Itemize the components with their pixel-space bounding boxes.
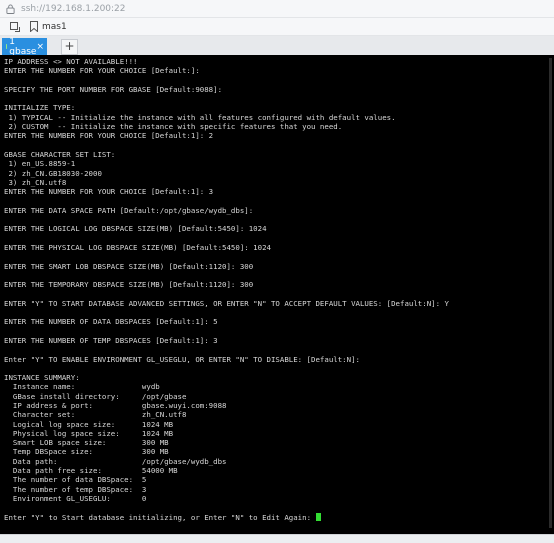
terminal-line: Enter "Y" TO ENABLE ENVIRONMENT GL_USEGL… <box>4 355 360 364</box>
terminal-line: Physical log space size: 1024 MB <box>4 429 173 438</box>
terminal-line: GBASE CHARACTER SET LIST: <box>4 150 115 159</box>
terminal-line: ENTER THE NUMBER FOR YOUR CHOICE [Defaul… <box>4 187 213 196</box>
terminal-pane[interactable]: IP ADDRESS <> NOT AVAILABLE!!! ENTER THE… <box>0 55 554 534</box>
terminal-line: ENTER THE PHYSICAL LOG DBSPACE SIZE(MB) … <box>4 243 271 252</box>
address-url[interactable]: ssh://192.168.1.200:22 <box>21 4 126 14</box>
terminal-line: 2) zh_CN.GB18030-2000 <box>4 169 102 178</box>
terminal-line: ENTER THE NUMBER OF DATA DBSPACES [Defau… <box>4 317 218 326</box>
terminal-line: ENTER THE NUMBER OF TEMP DBSPACES [Defau… <box>4 336 218 345</box>
terminal-line: SPECIFY THE PORT NUMBER FOR GBASE [Defau… <box>4 85 222 94</box>
terminal-line: Character set: zh_CN.utf8 <box>4 410 186 419</box>
tab-label: 1 gbase <box>9 37 36 57</box>
lock-icon <box>6 4 15 14</box>
terminal-line: Logical log space size: 1024 MB <box>4 420 173 429</box>
tab-gbase[interactable]: 1 gbase × <box>2 38 47 55</box>
terminal-line: The number of data DBSpace: 5 <box>4 475 146 484</box>
terminal-output: IP ADDRESS <> NOT AVAILABLE!!! ENTER THE… <box>0 55 554 522</box>
close-tab-icon[interactable]: × <box>36 42 44 52</box>
terminal-cursor <box>316 513 321 521</box>
terminal-line: ENTER "Y" TO START DATABASE ADVANCED SET… <box>4 299 449 308</box>
terminal-line: Instance name: wydb <box>4 382 160 391</box>
bookmark-icon <box>30 21 38 32</box>
terminal-line: GBase install directory: /opt/gbase <box>4 392 186 401</box>
terminal-line: ENTER THE SMART LOB DBSPACE SIZE(MB) [De… <box>4 262 253 271</box>
terminal-line: Temp DBSpace size: 300 MB <box>4 447 169 456</box>
new-tab-button[interactable]: + <box>61 39 78 55</box>
terminal-lines: IP ADDRESS <> NOT AVAILABLE!!! ENTER THE… <box>4 57 449 522</box>
terminal-line: The number of temp DBSpace: 3 <box>4 485 146 494</box>
terminal-line: 3) zh_CN.utf8 <box>4 178 66 187</box>
terminal-scrollbar[interactable] <box>549 58 552 528</box>
terminal-line: Environment GL_USEGLU: 0 <box>4 494 146 503</box>
terminal-line: ENTER THE NUMBER FOR YOUR CHOICE [Defaul… <box>4 131 213 140</box>
bookmark-bar: mas1 <box>0 18 554 36</box>
terminal-line: ENTER THE TEMPORARY DBSPACE SIZE(MB) [De… <box>4 280 253 289</box>
terminal-line: Data path free size: 54000 MB <box>4 466 178 475</box>
terminal-line: IP ADDRESS <> NOT AVAILABLE!!! <box>4 57 138 66</box>
address-bar: ssh://192.168.1.200:22 <box>0 0 554 18</box>
terminal-line: ENTER THE NUMBER FOR YOUR CHOICE [Defaul… <box>4 66 200 75</box>
terminal-line: 2) CUSTOM -- Initialize the instance wit… <box>4 122 342 131</box>
terminal-line: INSTANCE SUMMARY: <box>4 373 80 382</box>
terminal-line: INITIALIZE TYPE: <box>4 103 75 112</box>
terminal-line: ENTER THE DATA SPACE PATH [Default:/opt/… <box>4 206 253 215</box>
tab-strip: 1 gbase × + <box>0 36 554 56</box>
bookmark-mas1[interactable]: mas1 <box>42 22 67 32</box>
terminal-line: ENTER THE LOGICAL LOG DBSPACE SIZE(MB) [… <box>4 224 267 233</box>
terminal-line: Smart LOB space size: 300 MB <box>4 438 169 447</box>
terminal-line: Enter "Y" to Start database initializing… <box>4 513 315 522</box>
terminal-line: Data path: /opt/gbase/wydb_dbs <box>4 457 226 466</box>
terminal-line: IP address & port: gbase.wuyi.com:9088 <box>4 401 226 410</box>
new-session-icon[interactable] <box>10 22 20 32</box>
terminal-line: 1) TYPICAL -- Initialize the instance wi… <box>4 113 396 122</box>
terminal-line: 1) en_US.8859-1 <box>4 159 75 168</box>
